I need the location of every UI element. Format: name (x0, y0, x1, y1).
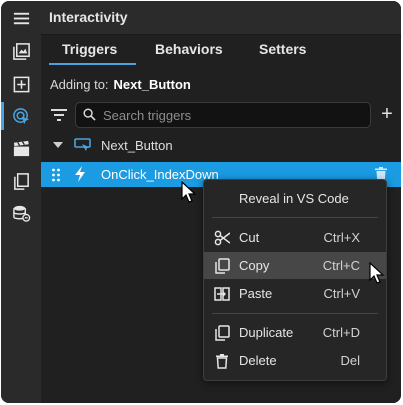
button-element-icon (74, 138, 91, 151)
menu-item-label: Duplicate (239, 325, 294, 340)
tab-triggers[interactable]: Triggers (62, 41, 117, 57)
menu-item-label: Cut (239, 230, 260, 245)
menu-item-shortcut: Ctrl+D (322, 325, 360, 340)
menu-item-paste[interactable]: Paste Ctrl+V (204, 280, 386, 307)
filter-icon[interactable] (51, 108, 67, 122)
search-icon (83, 108, 96, 121)
lightning-bolt-icon (75, 166, 85, 182)
adding-to-target: Next_Button (113, 77, 191, 92)
tab-setters[interactable]: Setters (259, 41, 306, 57)
animation-clapper-icon[interactable] (1, 134, 41, 162)
menu-item-delete[interactable]: Delete Del (204, 347, 386, 374)
menu-item-shortcut: Ctrl+C (322, 258, 360, 273)
trash-icon (216, 354, 228, 369)
panel-title-bar: Interactivity (41, 1, 401, 35)
search-box (75, 102, 371, 128)
menu-item-shortcut: Del (340, 353, 360, 368)
tree-node-label: Next_Button (101, 138, 173, 153)
menu-item-cut[interactable]: Cut Ctrl+X (204, 224, 386, 251)
menu-item-shortcut: Ctrl+V (323, 286, 360, 301)
app-window: Interactivity Triggers Behaviors Setters… (1, 1, 401, 403)
mouse-cursor-icon (181, 181, 197, 203)
menu-item-reveal[interactable]: Reveal in VS Code (204, 185, 386, 212)
adding-to-label: Adding to: Next_Button (50, 77, 191, 92)
panel-title: Interactivity (49, 9, 128, 25)
scissors-icon (214, 230, 230, 246)
menu-item-copy[interactable]: Copy Ctrl+C (204, 252, 386, 279)
expand-caret-icon[interactable] (53, 142, 63, 148)
menu-separator (212, 217, 378, 218)
paste-icon (214, 287, 230, 301)
tab-behaviors[interactable]: Behaviors (155, 41, 223, 57)
duplicate-icon (215, 325, 230, 341)
copy-icon (215, 258, 230, 274)
hamburger-menu-icon[interactable] (1, 4, 41, 32)
menu-item-duplicate[interactable]: Duplicate Ctrl+D (204, 319, 386, 346)
drag-handle-icon[interactable] (51, 168, 61, 182)
tab-bar: Triggers Behaviors Setters (41, 35, 401, 65)
menu-item-shortcut: Ctrl+X (323, 230, 360, 245)
trigger-label: OnClick_IndexDown (101, 167, 219, 182)
add-trigger-button[interactable]: + (377, 103, 397, 125)
search-input[interactable] (101, 105, 365, 125)
menu-item-label: Paste (239, 286, 273, 301)
menu-item-label: Delete (239, 353, 277, 368)
data-source-icon[interactable] (1, 199, 41, 227)
add-panel-icon[interactable] (1, 70, 41, 98)
menu-separator (212, 313, 378, 314)
adding-to-prefix: Adding to: (50, 77, 109, 92)
tool-rail (1, 1, 41, 403)
mouse-cursor-icon (369, 262, 385, 284)
interactivity-icon[interactable] (1, 102, 41, 130)
active-tab-underline (49, 63, 136, 65)
context-menu: Reveal in VS Code Cut Ctrl+X Copy Ctrl+C… (203, 179, 387, 381)
menu-item-label: Reveal in VS Code (239, 191, 349, 206)
menu-item-label: Copy (239, 258, 270, 273)
assets-icon[interactable] (1, 37, 41, 65)
pages-icon[interactable] (1, 167, 41, 195)
tree-node-next-button[interactable]: Next_Button (41, 134, 401, 158)
